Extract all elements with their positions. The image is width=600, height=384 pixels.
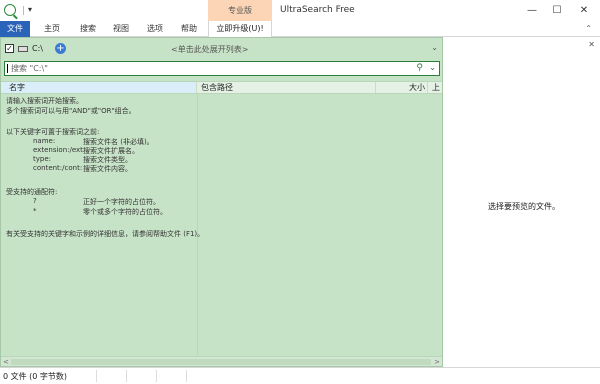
ribbon-tab-bar: 文件 主页 搜索 视图 选项 帮助 立即升级(U)! ⌃ — [0, 21, 600, 37]
status-divider — [96, 370, 97, 382]
help-wildcards-title: 受支持的通配符: — [6, 188, 58, 196]
expand-list-hint[interactable]: <单击此处展开列表> — [171, 44, 248, 55]
preview-pane: ✕ 选择要预览的文件。 — [444, 37, 600, 367]
drive-bar: ✓ C:\ + <单击此处展开列表> ⌄ — [1, 41, 442, 57]
column-modified[interactable]: 上 — [429, 82, 442, 93]
column-size[interactable]: 大小 — [376, 82, 428, 93]
status-file-count: 0 文件 (0 字节数) — [3, 372, 68, 381]
drive-list-dropdown-icon[interactable]: ⌄ — [431, 43, 438, 52]
column-divider — [197, 95, 198, 355]
help-keyword: name: — [33, 137, 56, 145]
tab-upgrade[interactable]: 立即升级(U)! — [208, 21, 272, 37]
help-more-info: 有关受支持的关键字和示例的详细信息，请参阅帮助文件 (F1)。 — [6, 230, 205, 238]
help-keyword: extension:/ext: — [33, 146, 86, 154]
scrollbar-thumb[interactable] — [11, 359, 431, 365]
app-logo-icon — [4, 4, 16, 16]
quick-access-dropdown-icon[interactable]: ▾ — [28, 5, 32, 14]
tab-home[interactable]: 主页 — [44, 21, 60, 37]
column-name[interactable]: 名字 — [1, 82, 197, 93]
tab-file[interactable]: 文件 — [0, 21, 30, 37]
help-keywords-title: 以下关键字可置于搜索词之前: — [6, 128, 100, 136]
add-location-button[interactable]: + — [55, 43, 66, 54]
search-input[interactable] — [11, 62, 406, 75]
drive-checkbox[interactable]: ✓ — [5, 44, 14, 53]
results-column-header: 名字 包含路径 大小 上 — [1, 81, 442, 94]
scroll-right-icon[interactable]: > — [434, 357, 440, 367]
search-box: ⚲ ⌄ — [4, 61, 440, 76]
help-wildcard: * — [33, 207, 37, 215]
help-wildcard: ? — [33, 197, 37, 205]
help-keyword-desc: 搜索文件内容。 — [83, 165, 132, 173]
search-icon[interactable]: ⚲ — [416, 63, 423, 73]
close-preview-icon[interactable]: ✕ — [588, 40, 595, 49]
tab-help[interactable]: 帮助 — [181, 21, 197, 37]
edition-label: 专业版 — [208, 0, 272, 21]
maximize-button[interactable]: ☐ — [545, 0, 569, 21]
help-wildcard-desc: 正好一个字符的占位符。 — [83, 198, 160, 206]
quick-access-separator — [23, 6, 24, 15]
drive-label: C:\ — [32, 44, 43, 53]
help-keyword: content:/cont: — [33, 164, 83, 172]
horizontal-scrollbar[interactable]: < > — [1, 356, 442, 366]
tab-options[interactable]: 选项 — [147, 21, 163, 37]
collapse-ribbon-icon[interactable]: ⌃ — [585, 24, 592, 33]
search-history-dropdown-icon[interactable]: ⌄ — [429, 63, 436, 72]
status-divider — [186, 370, 187, 382]
preview-placeholder: 选择要预览的文件。 — [488, 202, 560, 211]
help-intro-line-2: 多个搜索词可以与用"AND"或"OR"组合。 — [6, 107, 136, 115]
drive-icon — [18, 46, 28, 52]
text-cursor — [7, 64, 8, 73]
minimize-button[interactable]: — — [520, 0, 544, 21]
status-divider — [156, 370, 157, 382]
help-keyword: type: — [33, 155, 51, 163]
status-bar: 0 文件 (0 字节数) — [0, 367, 600, 384]
help-wildcard-desc: 零个或多个字符的占位符。 — [83, 208, 167, 216]
status-divider — [126, 370, 127, 382]
tab-view[interactable]: 视图 — [113, 21, 129, 37]
help-intro-line-1: 请输入搜索词开始搜索。 — [6, 97, 83, 105]
window-title: UltraSearch Free — [280, 5, 355, 15]
search-panel: ✓ C:\ + <单击此处展开列表> ⌄ ⚲ ⌄ 名字 包含路径 大小 上 请输… — [0, 37, 443, 367]
column-path[interactable]: 包含路径 — [198, 82, 376, 93]
title-bar: ▾ 专业版 UltraSearch Free — ☐ ✕ — [0, 0, 600, 21]
results-list[interactable]: 请输入搜索词开始搜索。 多个搜索词可以与用"AND"或"OR"组合。 以下关键字… — [1, 95, 442, 355]
close-button[interactable]: ✕ — [572, 0, 596, 21]
tab-search[interactable]: 搜索 — [80, 21, 96, 37]
scroll-left-icon[interactable]: < — [3, 357, 9, 367]
